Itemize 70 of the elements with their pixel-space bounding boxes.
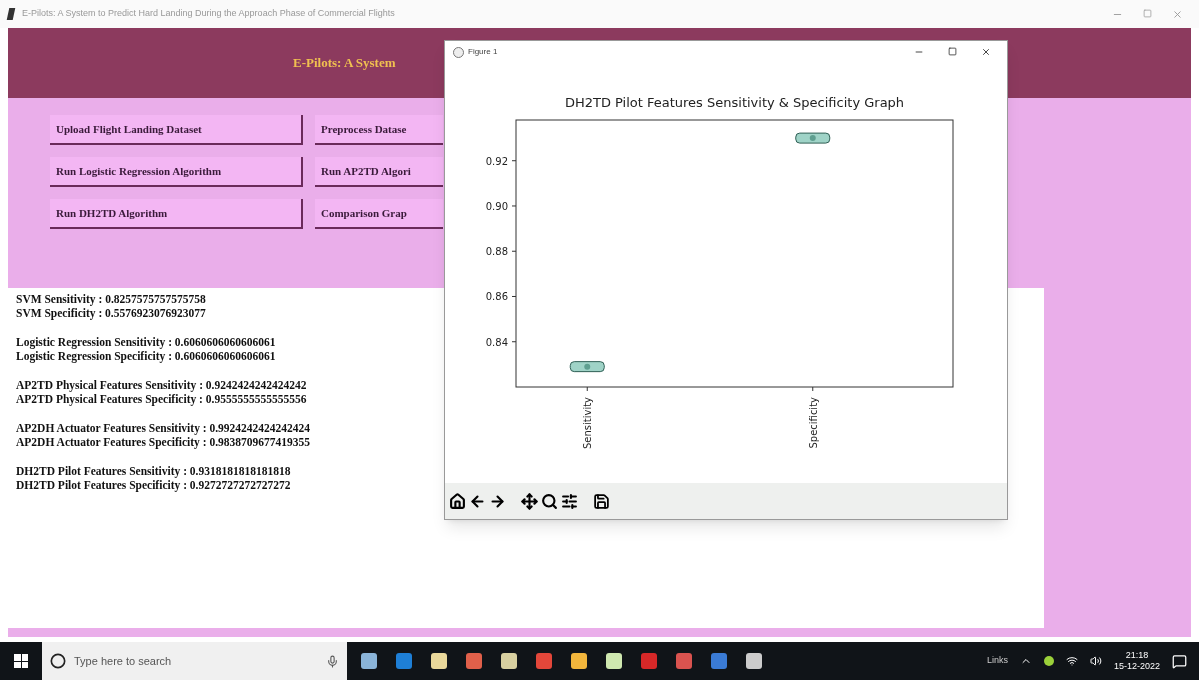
volume-icon[interactable] <box>1089 655 1102 667</box>
app-icon[interactable] <box>571 653 587 669</box>
notification-icon[interactable] <box>1172 653 1187 669</box>
windows-start-icon[interactable] <box>14 654 28 668</box>
forward-arrow-icon[interactable] <box>489 492 506 510</box>
y-tick: 0.86 <box>485 291 517 303</box>
app-title: E-Pilots: A System <box>293 54 396 73</box>
home-icon[interactable] <box>449 492 466 510</box>
app-icon[interactable] <box>536 653 552 669</box>
app-icon[interactable] <box>361 653 377 669</box>
app-icon[interactable] <box>466 653 482 669</box>
app-logo-icon <box>453 46 464 58</box>
clock-date: 15-12-2022 <box>1113 661 1160 672</box>
links-label[interactable]: Links <box>986 654 1008 668</box>
y-tick-label: 0.84 <box>485 336 508 348</box>
result-line: AP2DH Actuator Features Sensitivity : 0.9924242424242424 <box>16 421 311 435</box>
x-tick: Sensitivity <box>582 386 594 450</box>
action-button[interactable]: Upload Flight Landing Dataset <box>50 115 303 145</box>
mic-icon[interactable] <box>326 654 339 668</box>
sliders-icon[interactable] <box>561 492 578 510</box>
app-icon[interactable] <box>501 653 517 669</box>
figure-title: Figure 1 <box>468 46 498 58</box>
app-icon[interactable] <box>676 653 692 669</box>
action-button[interactable]: Run DH2TD Algorithm <box>50 199 303 229</box>
y-tick-label: 0.90 <box>485 200 508 212</box>
action-button[interactable]: Preprocess Datase <box>315 115 443 145</box>
app-icon[interactable] <box>606 653 622 669</box>
y-tick-label: 0.86 <box>485 291 508 303</box>
app-icon[interactable] <box>711 653 727 669</box>
x-tick: Specificity <box>807 386 819 449</box>
y-tick: 0.88 <box>485 246 517 258</box>
result-line: DH2TD Pilot Features Specificity : 0.9272727272727272 <box>16 478 291 492</box>
wifi-icon[interactable] <box>1065 655 1078 667</box>
y-tick: 0.90 <box>485 201 517 212</box>
box-body <box>569 361 605 373</box>
close-icon[interactable] <box>981 47 991 57</box>
result-line: AP2DH Actuator Features Specificity : 0.9838709677419355 <box>16 435 311 449</box>
action-button[interactable]: Run Logistic Regression Algorithm <box>50 157 303 187</box>
app-icon[interactable] <box>746 653 762 669</box>
result-line: SVM Specificity : 0.5576923076923077 <box>16 306 206 320</box>
data-point <box>584 363 591 370</box>
y-tick: 0.92 <box>485 155 517 167</box>
y-tick-label: 0.92 <box>485 155 508 167</box>
app-icon[interactable] <box>396 653 412 669</box>
app-icon[interactable] <box>641 653 657 669</box>
action-button[interactable]: Run AP2TD Algori <box>315 157 443 187</box>
search-field[interactable]: Type here to search <box>42 642 347 680</box>
app-icon[interactable] <box>431 653 447 669</box>
clock-time: 21:18 <box>1125 650 1149 661</box>
data-point <box>809 135 816 142</box>
x-tick-label: Specificity <box>807 396 819 449</box>
result-line: AP2TD Physical Features Specificity : 0.9555555555555556 <box>16 392 307 406</box>
zoom-icon[interactable] <box>541 492 558 510</box>
result-line: AP2TD Physical Features Sensitivity : 0.9242424242424242 <box>16 378 307 392</box>
search-ring-icon <box>50 653 66 669</box>
window-title: E-Pilots: A System to Predict Hard Landing During the Approach Phase of Commercial Flights <box>22 7 395 21</box>
y-tick-label: 0.88 <box>485 246 508 258</box>
maximize-icon[interactable] <box>948 47 957 56</box>
y-tick: 0.84 <box>485 336 517 348</box>
pan-icon[interactable] <box>521 492 538 510</box>
save-icon[interactable] <box>593 492 610 510</box>
x-tick-label: Sensitivity <box>582 396 594 450</box>
chart-title: DH2TD Pilot Features Sensitivity & Specificity Graph <box>564 95 905 110</box>
maximize-icon[interactable] <box>1143 8 1152 18</box>
result-line: Logistic Regression Sensitivity : 0.6060606060606061 <box>16 335 276 349</box>
action-button[interactable]: Comparison Grap <box>315 199 443 229</box>
result-line: SVM Sensitivity : 0.8257575757575758 <box>16 292 206 306</box>
result-line: DH2TD Pilot Features Sensitivity : 0.9318181818181818 <box>16 464 291 478</box>
result-line: Logistic Regression Specificity : 0.6060606060606061 <box>16 349 276 363</box>
box-body <box>795 132 831 144</box>
